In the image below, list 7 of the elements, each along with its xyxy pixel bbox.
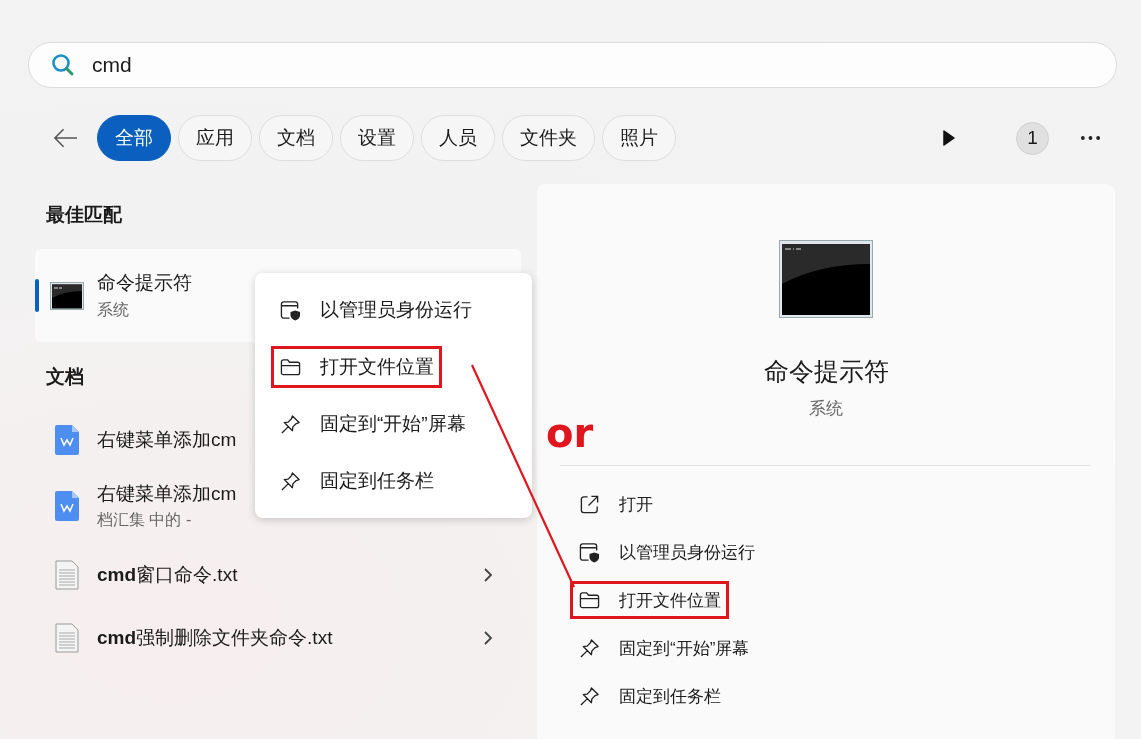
app-title: 命令提示符 — [763, 356, 889, 387]
app-subtitle: 系统 — [809, 398, 843, 420]
section-heading: 最佳匹配 — [45, 203, 122, 227]
section-heading: 文档 — [45, 365, 84, 389]
search-text: cmd — [92, 53, 132, 77]
document-path: 档汇集 中的 - — [97, 509, 192, 530]
annotation-text: or — [546, 410, 594, 456]
